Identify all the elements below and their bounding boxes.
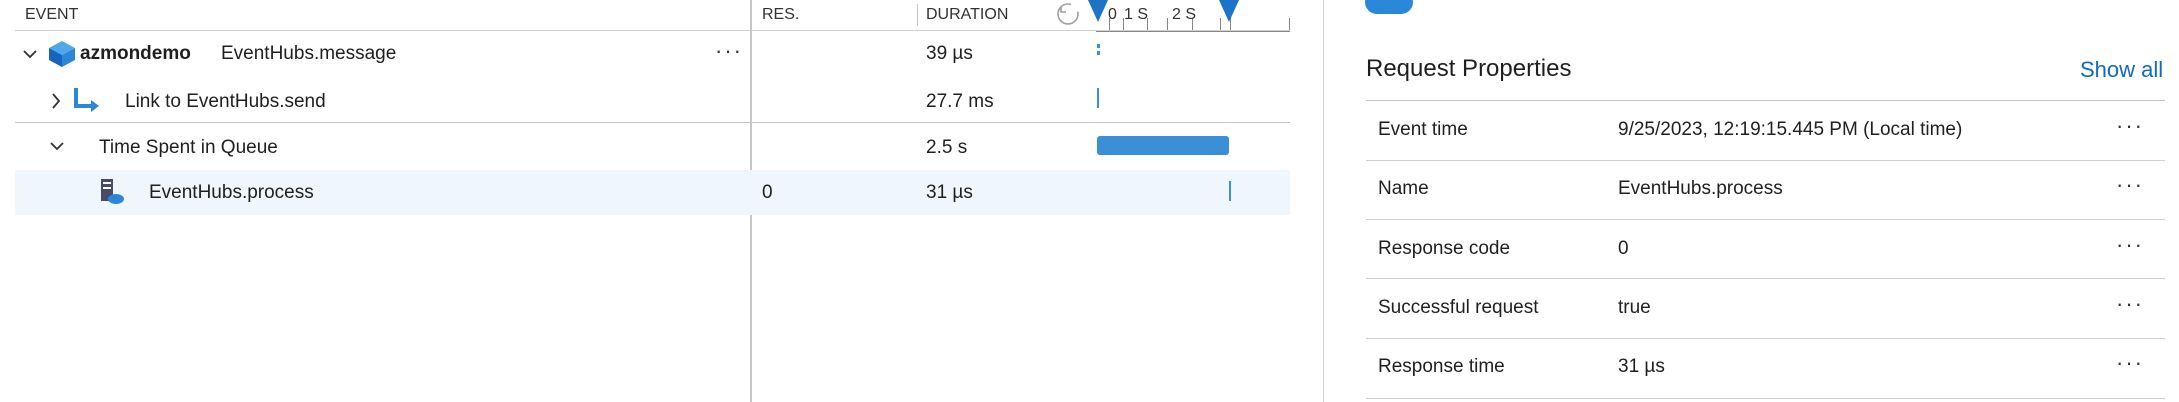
timeline-bar[interactable] [1097, 136, 1229, 155]
timeline-end-handle-icon[interactable] [1218, 0, 1240, 24]
property-label: Event time [1378, 119, 1468, 140]
row-detail: EventHubs.message [221, 43, 397, 64]
property-row: Successful request true ··· [1366, 279, 2165, 338]
tick-label-0: 0 [1108, 6, 1117, 23]
timeline-marker[interactable] [1097, 88, 1099, 108]
table-row[interactable]: azmondemo EventHubs.message ··· 39 µs [15, 36, 1290, 74]
property-value: 0 [1618, 238, 1629, 259]
show-all-link[interactable]: Show all [2080, 57, 2163, 83]
row-duration: 31 µs [926, 182, 973, 203]
app-cube-icon [49, 41, 75, 67]
row-duration: 2.5 s [926, 137, 968, 158]
timeline-ruler[interactable]: 0 1 S 2 S [1096, 0, 1290, 32]
timeline-start-handle-icon[interactable] [1087, 0, 1109, 24]
property-row: Event time 9/25/2023, 12:19:15.445 PM (L… [1366, 101, 2165, 160]
row-name: azmondemo [80, 43, 191, 64]
table-row[interactable]: Time Spent in Queue 2.5 s [15, 128, 1290, 166]
property-more-button[interactable]: ··· [2116, 113, 2144, 139]
table-row[interactable]: Link to EventHubs.send 27.7 ms [15, 82, 1290, 120]
header-event[interactable]: EVENT [25, 6, 78, 24]
property-row: Response time 31 µs ··· [1366, 339, 2165, 398]
reset-zoom-icon[interactable] [1055, 1, 1081, 27]
more-options-button[interactable]: ··· [715, 38, 743, 64]
timeline-marker[interactable] [1097, 51, 1100, 55]
property-label: Name [1378, 178, 1429, 199]
pane-divider[interactable] [1323, 0, 1324, 402]
tick-label-2s: 2 S [1172, 6, 1197, 23]
panel-title: Request Properties [1366, 55, 1572, 82]
timeline-marker[interactable] [1229, 181, 1231, 201]
timeline-marker[interactable] [1097, 44, 1100, 48]
row-name: Link to EventHubs.send [125, 91, 326, 112]
property-label: Response code [1378, 238, 1511, 259]
property-row: Name EventHubs.process ··· [1366, 161, 2165, 220]
property-more-button[interactable]: ··· [2116, 350, 2144, 376]
header-res[interactable]: RES. [762, 6, 799, 24]
process-icon [101, 179, 124, 204]
property-row: Response code 0 ··· [1366, 220, 2165, 279]
property-value: 9/25/2023, 12:19:15.445 PM (Local time) [1618, 119, 1963, 140]
row-duration: 39 µs [926, 43, 973, 64]
row-duration: 27.7 ms [926, 91, 994, 112]
property-more-button[interactable]: ··· [2116, 291, 2144, 317]
property-value: 31 µs [1618, 356, 1665, 377]
property-label: Response time [1378, 356, 1505, 377]
header-duration[interactable]: DURATION [926, 6, 1008, 24]
row-name: Time Spent in Queue [99, 137, 278, 158]
collapsed-toggle-icon[interactable] [1365, 0, 1413, 14]
tick-label-1s: 1 S [1124, 6, 1149, 23]
row-name: EventHubs.process [149, 182, 314, 203]
row-res: 0 [762, 182, 773, 203]
property-more-button[interactable]: ··· [2116, 172, 2144, 198]
chevron-down-icon[interactable] [49, 140, 65, 152]
property-more-button[interactable]: ··· [2116, 232, 2144, 258]
table-row-selected[interactable]: EventHubs.process 0 31 µs [15, 170, 1290, 215]
property-value: EventHubs.process [1618, 178, 1783, 199]
property-value: true [1618, 297, 1651, 318]
property-label: Successful request [1378, 297, 1539, 318]
chevron-right-icon[interactable] [50, 92, 62, 110]
chevron-down-icon[interactable] [22, 48, 38, 60]
link-arrow-icon [74, 88, 99, 112]
